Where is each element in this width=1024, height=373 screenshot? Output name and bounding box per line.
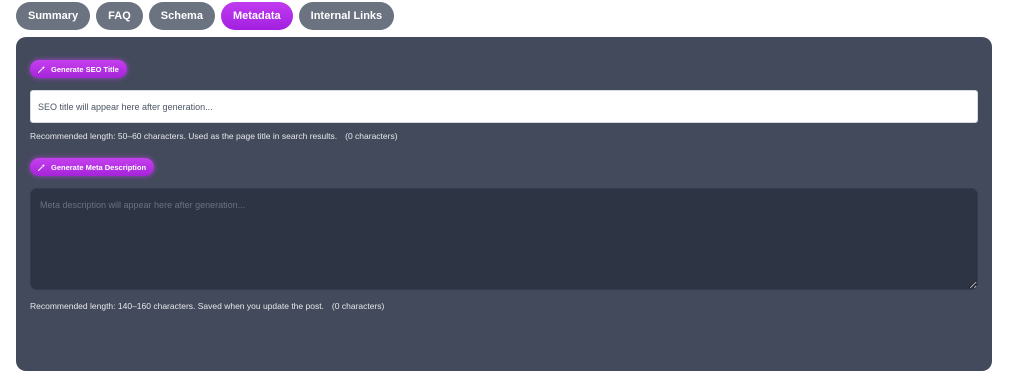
meta-description-hint: Recommended length: 140–160 characters. … — [30, 301, 384, 311]
tab-metadata[interactable]: Metadata — [220, 2, 293, 30]
seo-title-hint: Recommended length: 50–60 characters. Us… — [30, 131, 398, 141]
meta-description-char-count: (0 characters) — [331, 301, 385, 311]
meta-description-textarea[interactable] — [30, 188, 978, 290]
seo-title-input[interactable] — [30, 90, 978, 123]
seo-title-char-count: (0 characters) — [345, 131, 398, 141]
tab-schema[interactable]: Schema — [148, 2, 215, 30]
generate-seo-title-button[interactable]: Generate SEO Title — [30, 60, 127, 78]
meta-description-hint-text: Recommended length: 140–160 characters. … — [30, 301, 324, 311]
generate-meta-description-label: Generate Meta Description — [51, 162, 147, 172]
generate-meta-description-button[interactable]: Generate Meta Description — [30, 158, 155, 176]
magic-wand-icon — [37, 65, 46, 74]
metadata-panel: Generate SEO Title Recommended length: 5… — [16, 37, 992, 371]
tab-bar: Summary FAQ Schema Metadata Internal Lin… — [16, 2, 395, 30]
tab-internal-links[interactable]: Internal Links — [298, 2, 395, 30]
magic-wand-icon — [37, 163, 46, 172]
seo-title-hint-text: Recommended length: 50–60 characters. Us… — [30, 131, 338, 141]
generate-seo-title-label: Generate SEO Title — [51, 64, 119, 74]
tab-summary[interactable]: Summary — [16, 2, 91, 30]
tab-faq[interactable]: FAQ — [96, 2, 143, 30]
